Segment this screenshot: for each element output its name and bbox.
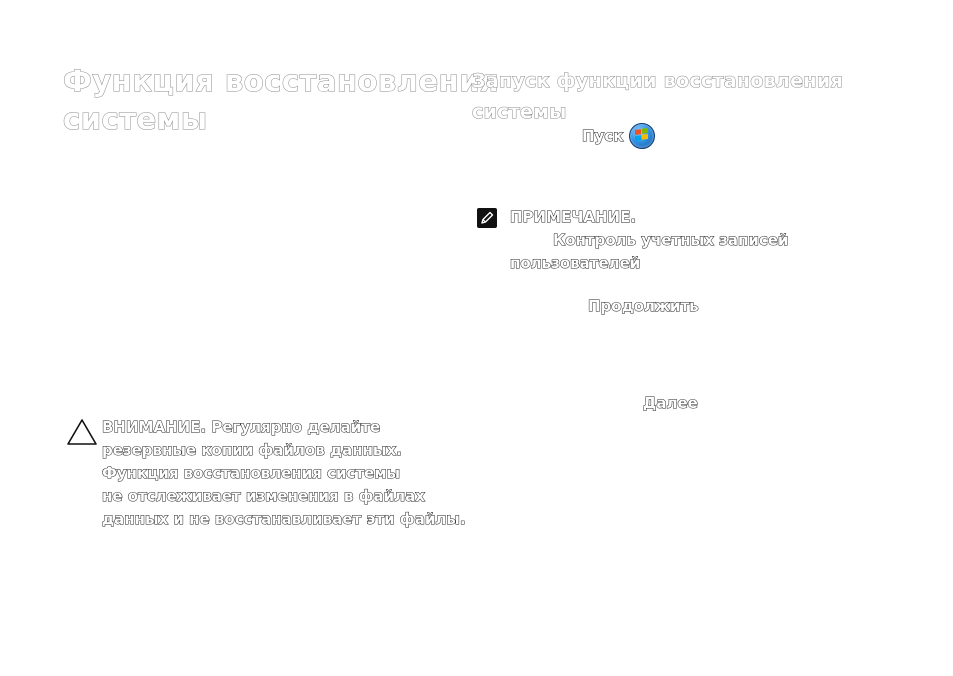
page-title: Функция восстановления системы — [62, 62, 500, 138]
note-uac-label-continued: пользователей — [509, 254, 641, 273]
windows-start-orb-icon — [629, 123, 656, 149]
warning-text-line-5: данных и не восстанавливает эти файлы. — [102, 510, 467, 529]
warning-triangle-icon — [66, 418, 98, 446]
warning-text-line-3: Функция восстановления системы — [101, 464, 401, 483]
section-title-line-2: системы — [472, 101, 567, 124]
start-label: Пуск — [581, 127, 624, 146]
section-title: Запуск функции восстановления системы — [472, 66, 844, 128]
warning-text-line-1: ВНИМАНИЕ. Регулярно делайте — [101, 416, 381, 439]
note-uac-label: Контроль учетных записей — [552, 231, 789, 250]
page-title-line-2: системы — [62, 102, 208, 137]
warning-text-line-4: не отслеживает изменения в файлах — [102, 487, 426, 506]
warning-text-start: Регулярно делайте — [206, 418, 381, 437]
continue-label: Продолжить — [588, 297, 700, 316]
warning-label: ВНИМАНИЕ. — [101, 418, 207, 437]
next-label: Далее — [643, 394, 699, 413]
warning-text-line-2: резервные копии файлов данных. — [102, 441, 403, 460]
pencil-note-icon — [477, 208, 497, 228]
page-title-line-1: Функция восстановления — [62, 64, 500, 99]
note-title: ПРИМЕЧАНИЕ. — [509, 208, 637, 227]
section-title-line-1: Запуск функции восстановления — [472, 70, 844, 93]
start-reference: Пуск — [581, 123, 656, 149]
